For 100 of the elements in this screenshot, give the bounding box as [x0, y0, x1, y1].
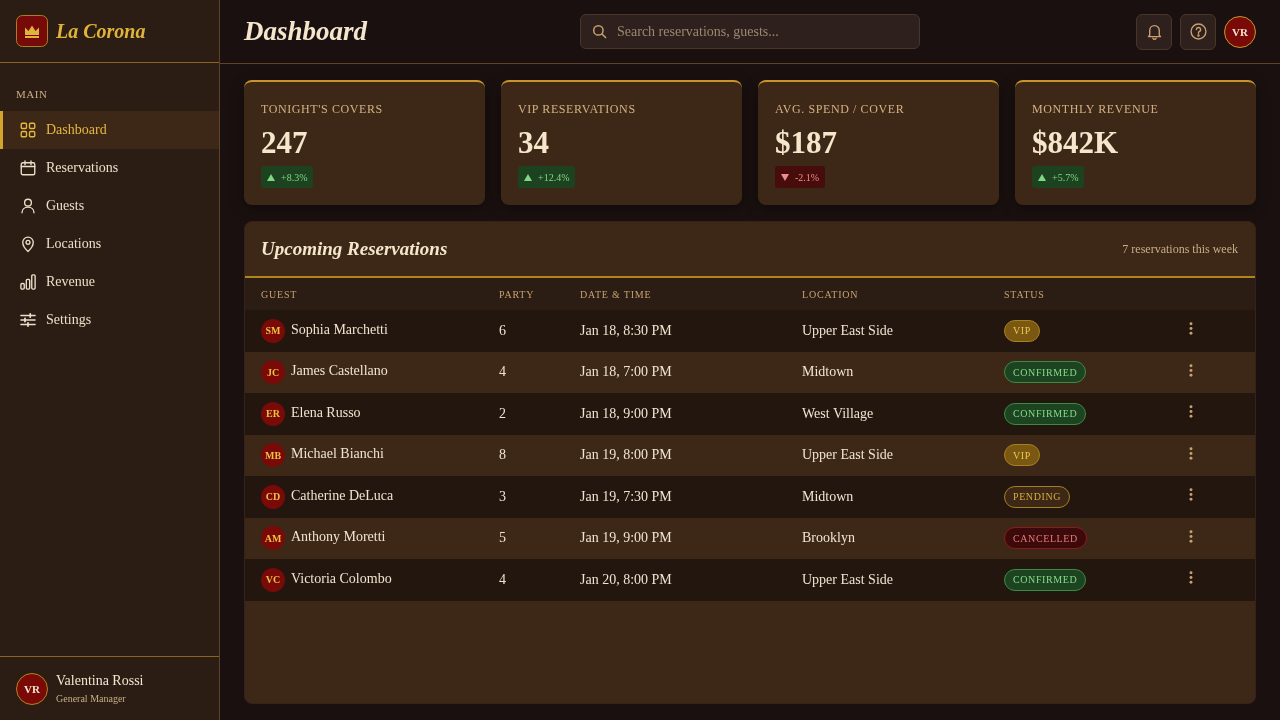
location-name: Upper East Side [802, 322, 893, 339]
trend-badge: -2.1% [775, 166, 826, 188]
triangle-up-icon [1038, 173, 1046, 181]
person-icon [19, 197, 37, 215]
column-header: GUEST [261, 288, 299, 300]
more-button[interactable] [1189, 405, 1193, 419]
nav-item[interactable]: Dashboard [0, 111, 219, 149]
search-field[interactable]: Search reservations, guests... [580, 14, 920, 49]
crown-icon [16, 15, 48, 47]
help-icon [1189, 23, 1207, 40]
trend-badge: +12.4% [518, 166, 576, 188]
triangle-down-icon [781, 173, 789, 181]
stat-label: AVG. SPEND / COVER [775, 102, 906, 116]
party-size: 3 [499, 488, 506, 505]
guest-name: James Castellano [291, 363, 388, 380]
user-avatar: VR [16, 672, 48, 705]
triangle-up-icon [267, 173, 275, 181]
status-badge: CANCELLED [1004, 527, 1087, 550]
calendar-icon [19, 159, 37, 177]
location-name: Upper East Side [802, 447, 893, 464]
party-size: 6 [499, 322, 506, 339]
bell-icon [1145, 23, 1163, 40]
stat-label: VIP RESERVATIONS [518, 102, 637, 116]
guest-avatar: CD [261, 484, 285, 509]
stat-value: $842K [1032, 125, 1120, 161]
party-size: 8 [499, 447, 506, 464]
reservation-time: Jan 19, 7:30 PM [580, 488, 672, 505]
reservation-time: Jan 18, 9:00 PM [580, 405, 672, 422]
user-name: Valentina Rossi [56, 673, 144, 689]
reservation-time: Jan 18, 7:00 PM [580, 364, 672, 381]
location-name: Midtown [802, 364, 854, 381]
help-button[interactable] [1180, 13, 1216, 50]
sliders-icon [19, 311, 37, 329]
location-name: Midtown [802, 488, 854, 505]
nav-item[interactable]: Guests [0, 187, 219, 225]
more-button[interactable] [1189, 529, 1193, 543]
guest-avatar: SM [261, 318, 285, 343]
nav-item[interactable]: Reservations [0, 149, 219, 187]
page-title: Dashboard [244, 16, 368, 47]
nav-item[interactable]: Locations [0, 225, 219, 263]
party-size: 4 [499, 364, 506, 381]
trend-badge: +5.7% [1032, 166, 1085, 188]
status-badge: CONFIRMED [1004, 361, 1087, 384]
party-size: 4 [499, 571, 506, 588]
party-size: 5 [499, 530, 506, 547]
profile-avatar[interactable]: VR [1224, 15, 1256, 48]
column-header: DATE & TIME [580, 288, 653, 300]
status-badge: CONFIRMED [1004, 568, 1087, 591]
more-button[interactable] [1189, 363, 1193, 377]
reservation-time: Jan 19, 8:00 PM [580, 447, 672, 464]
bar-chart-icon [19, 273, 37, 291]
kebab-icon [1189, 322, 1193, 336]
brand-name: La Corona [56, 19, 146, 43]
notifications-button[interactable] [1136, 13, 1172, 50]
triangle-up-icon [524, 173, 532, 181]
guest-avatar: VC [261, 567, 285, 592]
more-button[interactable] [1189, 488, 1193, 502]
location-name: Brooklyn [802, 530, 855, 547]
stat-label: MONTHLY REVENUE [1032, 102, 1160, 116]
trend-badge: +8.3% [261, 166, 314, 188]
reservation-count: 7 reservations this week [1122, 241, 1238, 257]
more-button[interactable] [1189, 571, 1193, 585]
guest-avatar: JC [261, 360, 285, 385]
status-badge: PENDING [1004, 485, 1071, 508]
guest-avatar: AM [261, 526, 285, 551]
column-header: LOCATION [802, 288, 860, 300]
user-role: General Manager [56, 693, 127, 704]
search-icon [592, 24, 607, 39]
section-label: MAIN [15, 87, 49, 102]
reservation-time: Jan 20, 8:00 PM [580, 571, 672, 588]
guest-name: Anthony Moretti [291, 529, 386, 546]
stat-value: $187 [775, 125, 838, 161]
stat-value: 34 [518, 125, 550, 161]
location-name: West Village [802, 405, 874, 422]
status-badge: VIP [1004, 319, 1040, 342]
kebab-icon [1189, 571, 1193, 585]
map-pin-icon [19, 235, 37, 253]
guest-name: Catherine DeLuca [291, 487, 394, 504]
kebab-icon [1189, 446, 1193, 460]
nav-item[interactable]: Settings [0, 301, 219, 339]
grid-icon [19, 121, 37, 139]
stat-label: TONIGHT'S COVERS [261, 102, 384, 116]
guest-avatar: ER [261, 401, 285, 426]
guest-name: Elena Russo [291, 404, 361, 421]
panel-title: Upcoming Reservations [261, 238, 448, 260]
kebab-icon [1189, 405, 1193, 419]
status-badge: VIP [1004, 444, 1040, 467]
guest-name: Michael Bianchi [291, 446, 384, 463]
kebab-icon [1189, 529, 1193, 543]
column-header: STATUS [1004, 288, 1046, 300]
nav-item[interactable]: Revenue [0, 263, 219, 301]
kebab-icon [1189, 488, 1193, 502]
location-name: Upper East Side [802, 571, 893, 588]
reservation-time: Jan 18, 8:30 PM [580, 322, 672, 339]
more-button[interactable] [1189, 446, 1193, 460]
reservation-time: Jan 19, 9:00 PM [580, 530, 672, 547]
party-size: 2 [499, 405, 506, 422]
more-button[interactable] [1189, 322, 1193, 336]
stat-value: 247 [261, 125, 309, 161]
column-header: PARTY [499, 288, 536, 300]
